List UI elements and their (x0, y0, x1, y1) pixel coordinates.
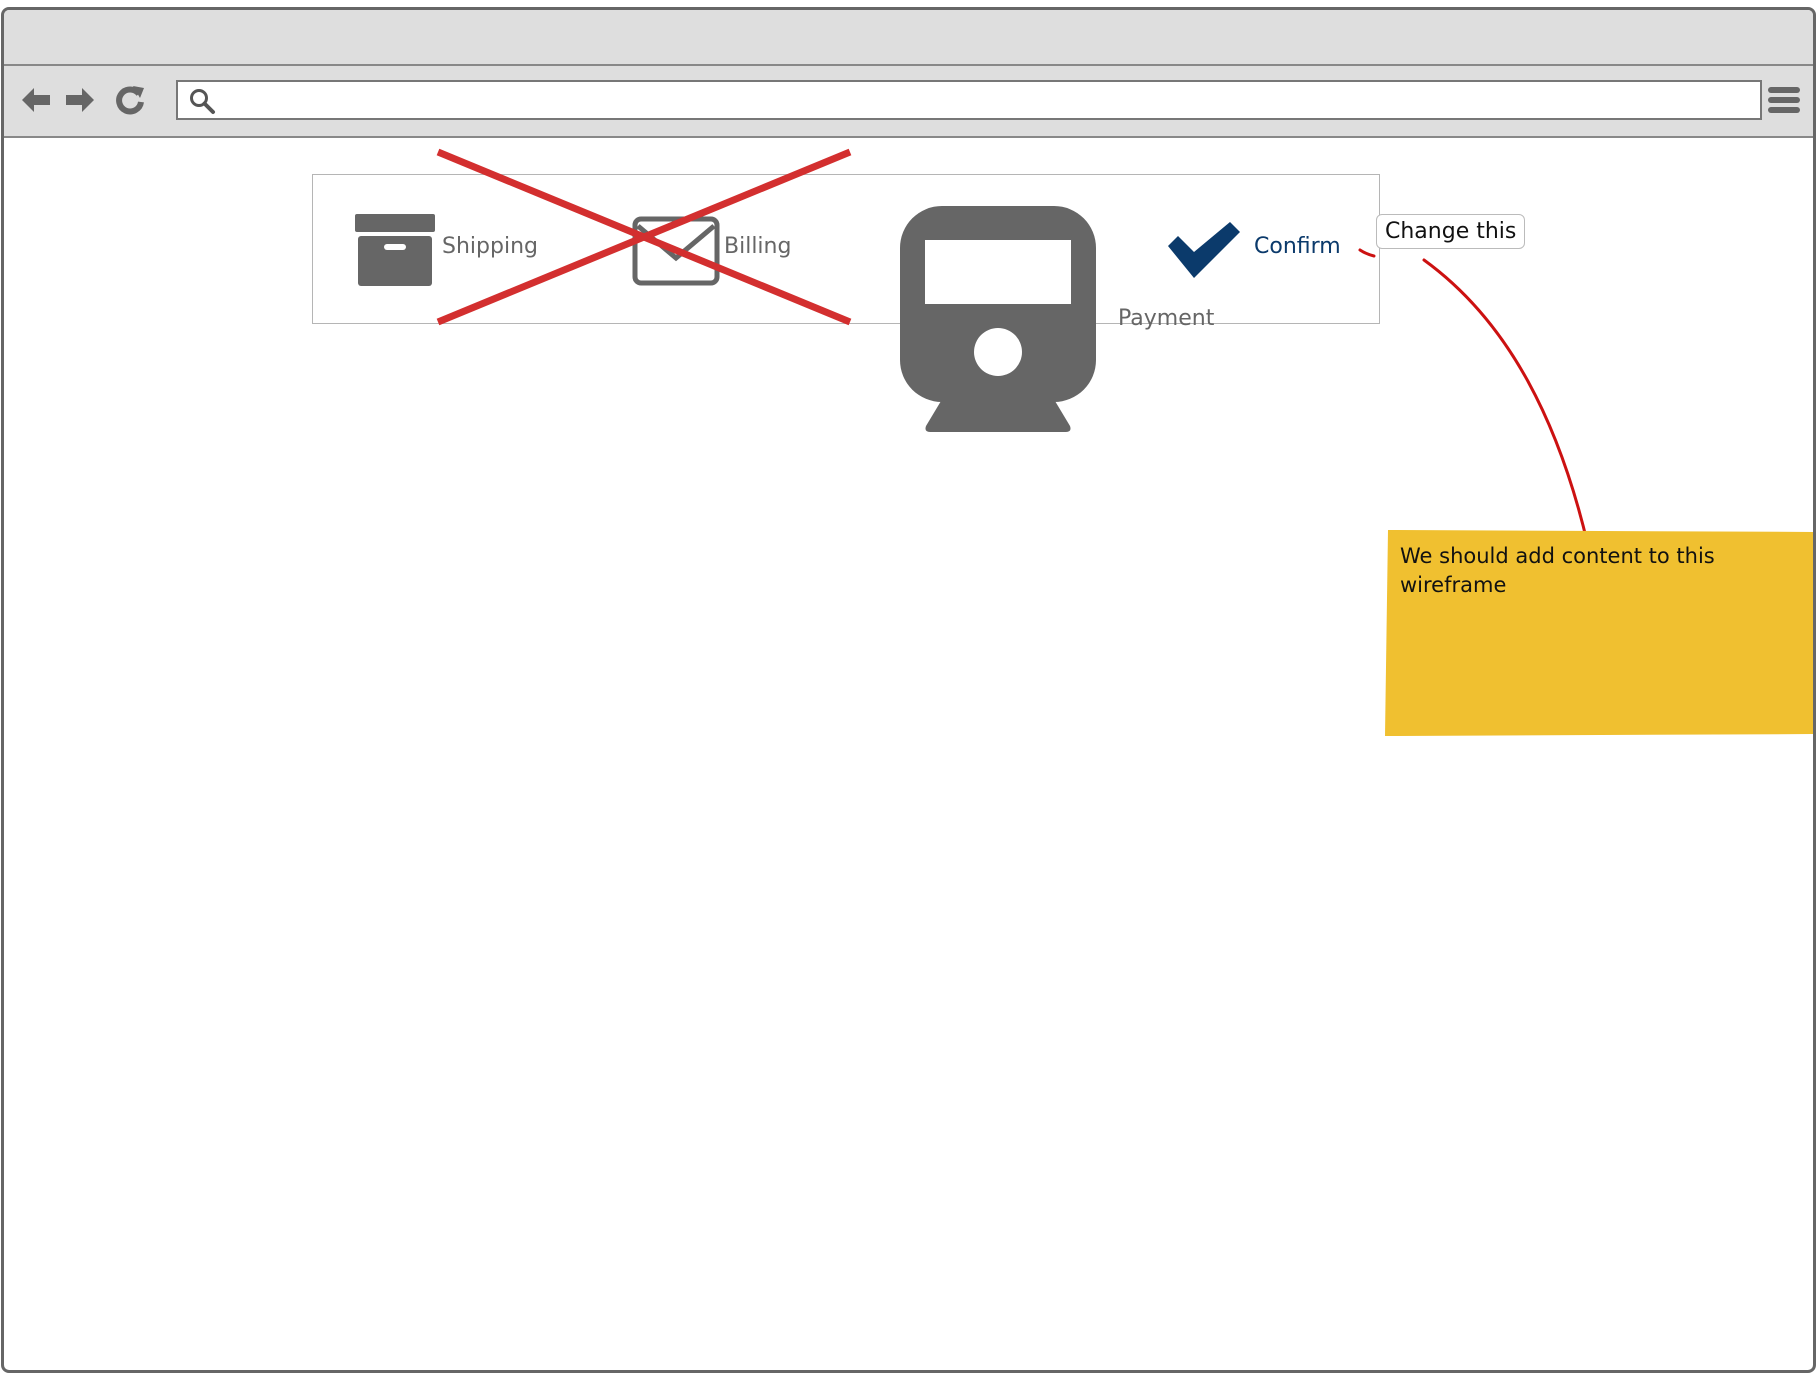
arrow-right-icon[interactable] (62, 82, 98, 118)
checkmark-icon (1168, 222, 1240, 278)
page-content: Shipping Billing Payment Confirm Change … (4, 138, 1813, 1370)
step-label-billing[interactable]: Billing (724, 234, 791, 259)
train-icon (900, 206, 1096, 432)
browser-titlebar (4, 10, 1813, 66)
step-label-shipping[interactable]: Shipping (442, 234, 538, 259)
arrow-left-icon[interactable] (18, 82, 54, 118)
sticky-note-text: We should add content to this wireframe (1400, 544, 1715, 597)
reload-icon[interactable] (112, 82, 148, 118)
step-label-confirm[interactable]: Confirm (1254, 234, 1341, 259)
search-icon (190, 89, 215, 114)
callout-change-this: Change this (1376, 214, 1526, 249)
sticky-note: We should add content to this wireframe (1383, 528, 1813, 738)
step-label-payment[interactable]: Payment (1118, 306, 1214, 331)
hamburger-menu-icon[interactable] (1767, 84, 1801, 116)
address-bar[interactable] (176, 80, 1762, 120)
archive-box-icon (355, 214, 435, 286)
envelope-icon (632, 216, 720, 286)
browser-toolbar (4, 66, 1813, 138)
browser-window: Shipping Billing Payment Confirm Change … (1, 7, 1816, 1373)
